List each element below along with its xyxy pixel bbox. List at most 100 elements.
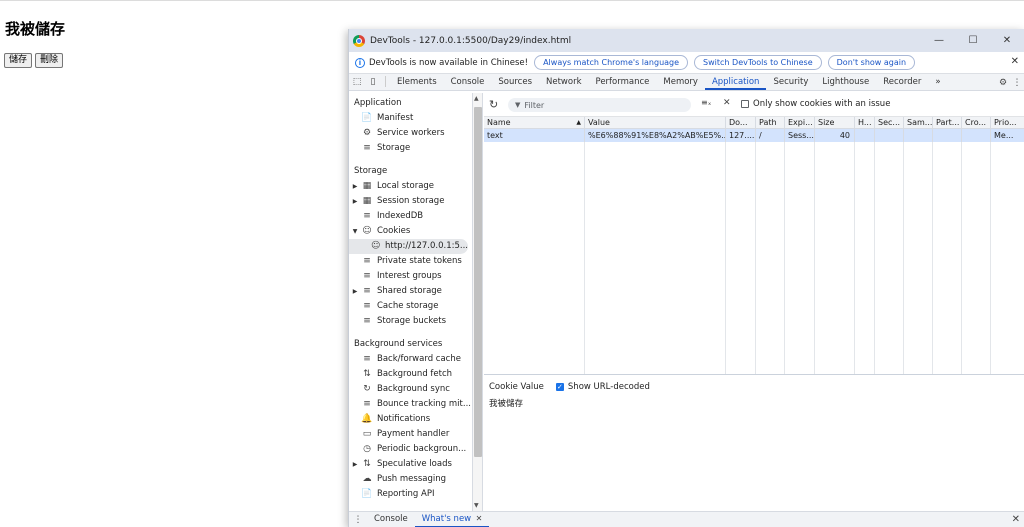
column-header-size[interactable]: Size	[815, 117, 855, 128]
drawer-tab-what-s-new[interactable]: What's new ✕	[414, 512, 490, 527]
sidebar-item-back-forward-cache[interactable]: ≡ Back/forward cache	[349, 352, 472, 367]
window-titlebar[interactable]: DevTools - 127.0.0.1:5500/Day29/index.ht…	[349, 29, 1024, 52]
sidebar-expand-arrow[interactable]: ▶	[349, 194, 361, 209]
switch-language-button[interactable]: Switch DevTools to Chinese	[694, 55, 822, 70]
scroll-up-icon[interactable]: ▲	[474, 95, 479, 102]
match-language-button[interactable]: Always match Chrome's language	[534, 55, 689, 70]
column-header-expi[interactable]: Expi...	[785, 117, 815, 128]
sidebar-item-background-sync[interactable]: ↻ Background sync	[349, 382, 472, 397]
tab-lighthouse[interactable]: Lighthouse	[815, 77, 876, 90]
sidebar-item-storage[interactable]: ≡ Storage	[349, 141, 472, 156]
sidebar-item-icon: ≡	[363, 256, 371, 266]
sidebar-expand-arrow[interactable]: ▶	[349, 179, 361, 194]
dont-show-again-button[interactable]: Don't show again	[827, 55, 916, 70]
column-header-sam[interactable]: Sam...	[904, 117, 933, 128]
tab-security[interactable]: Security	[766, 77, 815, 90]
tab-recorder[interactable]: Recorder	[876, 77, 928, 90]
sidebar-item-interest-groups[interactable]: ≡ Interest groups	[349, 269, 472, 284]
sidebar-scroll-thumb[interactable]	[474, 107, 482, 457]
sidebar-item-notifications[interactable]: 🔔 Notifications	[349, 412, 472, 427]
refresh-icon[interactable]: ↻	[489, 98, 503, 111]
tab-sources[interactable]: Sources	[491, 77, 539, 90]
sidebar-expand-arrow[interactable]: ▶	[349, 457, 361, 472]
column-header-label: Size	[818, 118, 835, 127]
sidebar-item-cache-storage[interactable]: ≡ Cache storage	[349, 299, 472, 314]
sidebar-item-periodic-backgroun[interactable]: ◷ Periodic backgroun...	[349, 442, 472, 457]
inspect-element-icon[interactable]: ⬚	[349, 77, 365, 87]
tab-console[interactable]: Console	[444, 77, 492, 90]
infobar-close-icon[interactable]: ✕	[1011, 56, 1019, 67]
sidebar-item-session-storage[interactable]: ▶ ▦ Session storage	[349, 194, 472, 209]
column-header-label: Sec...	[878, 118, 901, 127]
delete-button[interactable]: 刪除	[35, 53, 64, 68]
column-header-value[interactable]: Value	[585, 117, 726, 128]
column-header-path[interactable]: Path	[756, 117, 785, 128]
sidebar-item-label: Storage buckets	[377, 316, 447, 326]
tab-performance[interactable]: Performance	[589, 77, 657, 90]
more-tabs-button[interactable]: »	[928, 77, 947, 90]
column-header-prio[interactable]: Prio...	[991, 117, 1024, 128]
show-url-decoded-checkbox[interactable]: ✓	[555, 383, 564, 391]
device-toolbar-icon[interactable]: ▯	[365, 77, 381, 87]
show-url-decoded-toggle[interactable]: ✓ Show URL-decoded	[555, 382, 650, 392]
column-header-name[interactable]: Name ▲	[484, 117, 585, 128]
delete-selected-icon[interactable]: ✕	[723, 98, 731, 108]
sidebar-item-local-storage[interactable]: ▶ ▦ Local storage	[349, 179, 472, 194]
save-button[interactable]: 儲存	[4, 53, 33, 68]
more-options-icon[interactable]: ⋮	[1010, 78, 1024, 88]
tab-network[interactable]: Network	[539, 77, 589, 90]
sidebar-item-http-127-0-0-1-5[interactable]: ☺ http://127.0.0.1:5...	[349, 239, 468, 254]
sidebar-section-storage: Storage	[354, 166, 388, 176]
cookies-view: ↻ ▼ Filter ≡ₓ ✕ Only show cookies with a…	[484, 93, 1024, 511]
table-header: Name ▲ Value Do... Path Expi... Size H... Sec...…	[484, 117, 1024, 129]
table-cell: 40	[815, 129, 855, 142]
sidebar-item-shared-storage[interactable]: ▶ ≡ Shared storage	[349, 284, 472, 299]
column-gridline	[726, 142, 756, 374]
table-row[interactable]: text %E6%88%91%E8%A2%AB%E5%... 127.... / Ses…	[484, 129, 1024, 142]
sidebar-item-background-fetch[interactable]: ⇅ Background fetch	[349, 367, 472, 382]
sidebar-application-items: 📄 Manifest ⚙ Service workers ≡ Storage	[349, 111, 472, 156]
sidebar-item-service-workers[interactable]: ⚙ Service workers	[349, 126, 472, 141]
sidebar-item-bounce-tracking-mit[interactable]: ≡ Bounce tracking mit...	[349, 397, 472, 412]
column-header-do[interactable]: Do...	[726, 117, 756, 128]
drawer-close-icon[interactable]: ✕	[1012, 514, 1020, 525]
sidebar-item-speculative-loads[interactable]: ▶ ⇅ Speculative loads	[349, 457, 472, 472]
sidebar-item-push-messaging[interactable]: ☁ Push messaging	[349, 472, 472, 487]
cookie-detail-pane: Cookie Value ✓ Show URL-decoded 我被儲存	[484, 376, 1024, 511]
filter-input[interactable]: ▼ Filter	[508, 98, 691, 112]
sidebar-expand-arrow[interactable]: ▼	[349, 224, 361, 239]
drawer-menu-icon[interactable]: ⋮	[349, 515, 367, 525]
sidebar-expand-arrow[interactable]: ▶	[349, 284, 361, 299]
minimize-button[interactable]: —	[922, 29, 956, 52]
sidebar-scrollbar[interactable]: ▲ ▼	[473, 93, 483, 511]
sidebar-item-storage-buckets[interactable]: ≡ Storage buckets	[349, 314, 472, 329]
close-window-button[interactable]: ✕	[990, 29, 1024, 52]
sidebar-item-payment-handler[interactable]: ▭ Payment handler	[349, 427, 472, 442]
column-header-cro[interactable]: Cro...	[962, 117, 991, 128]
table-cell: %E6%88%91%E8%A2%AB%E5%...	[585, 129, 726, 142]
sidebar-item-private-state-tokens[interactable]: ≡ Private state tokens	[349, 254, 472, 269]
drawer-tab-close-icon[interactable]: ✕	[473, 514, 483, 523]
sidebar-item-cookies[interactable]: ▼ ☺ Cookies	[349, 224, 472, 239]
sidebar-item-icon: ☺	[370, 241, 381, 251]
column-gridline	[484, 142, 585, 374]
drawer-tab-console[interactable]: Console	[367, 512, 415, 527]
tab-application[interactable]: Application	[704, 77, 767, 90]
scroll-down-icon[interactable]: ▼	[474, 502, 479, 509]
tab-memory[interactable]: Memory	[656, 77, 705, 90]
tab-elements[interactable]: Elements	[390, 77, 444, 90]
column-header-sec[interactable]: Sec...	[875, 117, 904, 128]
only-issues-toggle[interactable]: Only show cookies with an issue	[741, 99, 890, 109]
sidebar-item-icon: ≡	[363, 286, 371, 296]
clear-filtered-cookies-icon[interactable]: ≡ₓ	[701, 98, 711, 107]
sidebar-item-reporting-api[interactable]: 📄 Reporting API	[349, 487, 472, 502]
sidebar-item-indexeddb[interactable]: ≡ IndexedDB	[349, 209, 472, 224]
column-header-part[interactable]: Part...	[933, 117, 962, 128]
maximize-button[interactable]: ☐	[956, 29, 990, 52]
column-header-h[interactable]: H...	[855, 117, 875, 128]
table-gridlines	[484, 142, 1024, 374]
sidebar-item-manifest[interactable]: 📄 Manifest	[349, 111, 472, 126]
sidebar-item-label: Notifications	[377, 414, 431, 424]
settings-gear-icon[interactable]: ⚙	[996, 78, 1010, 88]
only-issues-checkbox[interactable]	[741, 100, 749, 108]
